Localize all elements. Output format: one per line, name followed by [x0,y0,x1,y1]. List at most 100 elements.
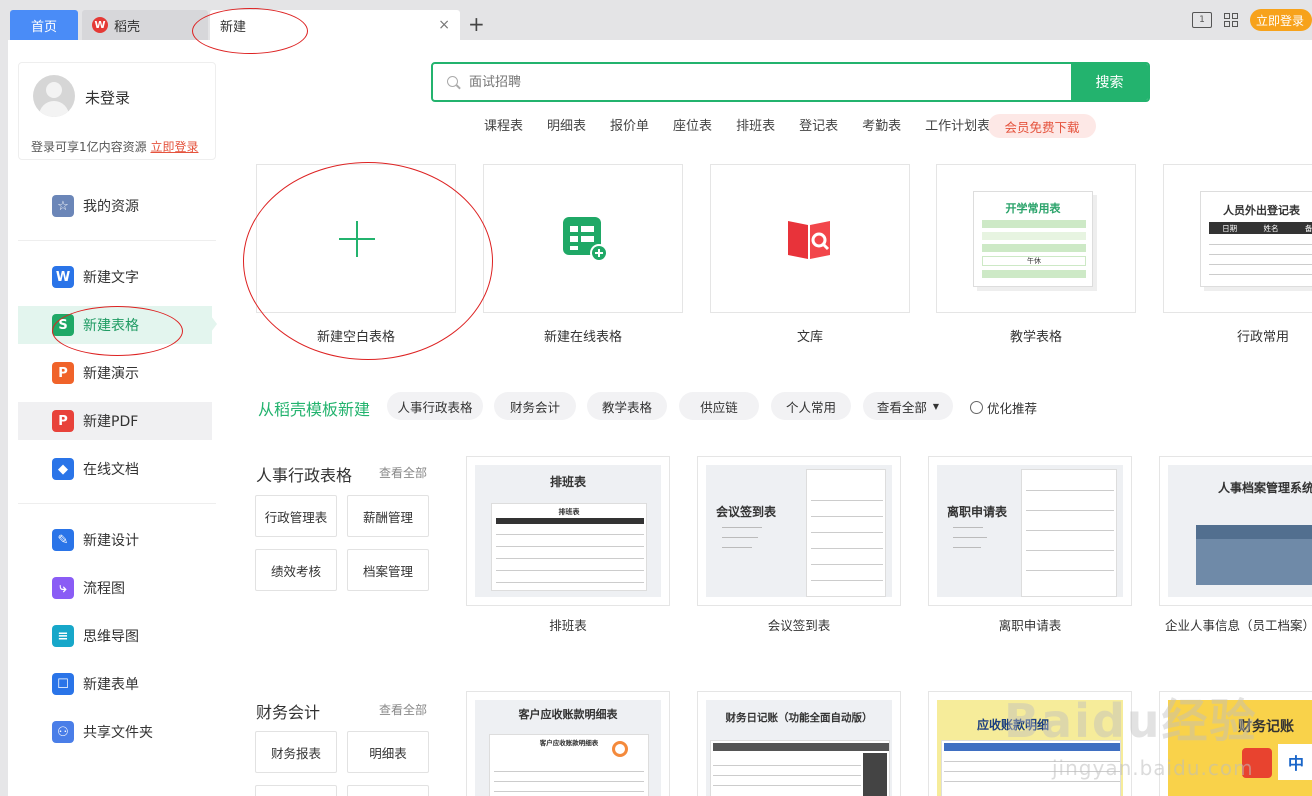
category-view-all[interactable]: 查看全部 [379,464,427,481]
sidebar-item-mindmap[interactable]: ≡ 思维导图 [18,617,212,655]
template-thumb-title: 排班表 [549,475,586,489]
login-button[interactable]: 立即登录 [1249,9,1312,31]
category-button[interactable]: 薪酬管理 [347,495,429,537]
category-button-partial[interactable] [255,785,337,796]
template-card[interactable]: 人事档案管理系统 [1159,456,1312,606]
sidebar-item-star[interactable]: ☆ 我的资源 [18,187,212,225]
chip-view-all[interactable]: 查看全部 ▼ [863,392,953,420]
hot-tag[interactable]: 座位表 [673,115,712,134]
tab-daoke[interactable]: W 稻壳 [82,10,208,40]
user-name: 未登录 [85,89,131,107]
hot-tag[interactable]: 明细表 [547,115,586,134]
teaching-sheet-card[interactable]: 开学常用表 午休 [936,164,1136,313]
close-icon[interactable]: × [438,17,450,33]
hot-tag[interactable]: 登记表 [799,115,838,134]
search-input[interactable] [433,64,1073,100]
library-card[interactable] [710,164,910,313]
hot-tag[interactable]: 考勤表 [862,115,901,134]
form-icon: ☐ [52,673,74,695]
vip-free-download-tag[interactable]: 会员免费下载 [988,114,1096,138]
daoke-logo-icon: W [92,17,108,33]
tab-bar: 首页 W 稻壳 新建 × + 1 立即登录 [0,0,1312,40]
watermark-brand: Baidu经验 [1004,694,1258,748]
sidebar-item-online-doc[interactable]: ◆ 在线文档 [18,450,212,488]
spreadsheet-icon: S [52,314,74,336]
new-online-sheet-card[interactable] [483,164,683,313]
login-button-label: 立即登录 [1255,13,1304,28]
chip-teaching[interactable]: 教学表格 [587,392,667,420]
sidebar-item-writer[interactable]: W 新建文字 [18,258,212,296]
active-indicator [211,316,217,332]
tab-home[interactable]: 首页 [10,10,78,40]
admin-common-card[interactable]: 人员外出登记表 日期姓名备注 [1163,164,1312,313]
chevron-down-icon: ▼ [932,401,940,411]
chip-hr-admin[interactable]: 人事行政表格 [387,392,483,420]
category-button-partial[interactable] [347,785,429,796]
sidebar-item-pdf[interactable]: P 新建PDF [18,402,212,440]
template-thumb-title: 离职申请表 [947,505,1008,519]
template-thumb: 会议签到表 [706,465,892,597]
sidebar-item-spreadsheet[interactable]: S 新建表格 [18,306,212,344]
pdf-icon: P [52,410,74,432]
category-view-all[interactable]: 查看全部 [379,701,427,718]
category-button[interactable]: 财务报表 [255,731,337,773]
template-card[interactable]: 离职申请表 [928,456,1132,606]
chip-finance[interactable]: 财务会计 [494,392,576,420]
template-card[interactable]: 客户应收账款明细表 客户应收账款明细表 [466,691,670,796]
category-button[interactable]: 档案管理 [347,549,429,591]
mindmap-icon: ≡ [52,625,74,647]
category-button[interactable]: 绩效考核 [255,549,337,591]
flowchart-icon: ⤷ [52,577,74,599]
new-blank-sheet-card[interactable] [256,164,456,313]
sidebar-item-presentation[interactable]: P 新建演示 [18,354,212,392]
apps-grid-icon[interactable] [1223,13,1238,27]
template-card[interactable]: 财务日记账（功能全面自动版） [697,691,901,796]
presentation-icon: P [52,362,74,384]
category-button[interactable]: 行政管理表 [255,495,337,537]
sidebar-item-label: 新建文字 [83,270,139,286]
writer-icon: W [52,266,74,288]
login-link[interactable]: 立即登录 [150,140,198,154]
template-thumb-title: 财务日记账（功能全面自动版） [725,712,873,724]
hot-tags: 课程表 明细表 报价单 座位表 排班表 登记表 考勤表 工作计划表 [484,115,1014,134]
add-tab-icon[interactable]: + [468,12,485,36]
sidebar-item-label: 流程图 [83,581,125,597]
sidebar-item-design[interactable]: ✎ 新建设计 [18,521,212,559]
hot-tag[interactable]: 工作计划表 [925,115,990,134]
search-box: 搜索 [431,62,1150,102]
sidebar-item-flowchart[interactable]: ⤷ 流程图 [18,569,212,607]
hot-tag[interactable]: 排班表 [736,115,775,134]
new-online-sheet-label: 新建在线表格 [543,330,622,345]
template-card[interactable]: 排班表 排班表 [466,456,670,606]
window-left-border [0,40,8,796]
template-section-title: 从稻壳模板新建 [258,400,371,419]
sidebar-divider [18,503,216,504]
chip-supply-chain[interactable]: 供应链 [679,392,759,420]
sidebar-item-shared-folder[interactable]: ⚇ 共享文件夹 [18,713,212,751]
category-button[interactable]: 明细表 [347,731,429,773]
optimize-recommend[interactable]: 优化推荐 [970,398,1037,417]
template-thumb: 人事档案管理系统 [1168,465,1312,597]
admin-thumb: 人员外出登记表 日期姓名备注 [1200,191,1312,287]
library-label: 文库 [796,330,823,345]
tab-home-label: 首页 [30,19,57,35]
tab-new[interactable]: 新建 × [210,10,460,40]
sidebar-item-label: 新建表单 [83,677,139,693]
hot-tag[interactable]: 报价单 [610,115,649,134]
smile-icon [970,401,983,414]
sidebar-divider [18,240,216,241]
template-label: 排班表 [549,618,587,633]
avatar[interactable] [33,75,75,117]
admin-thumb-title: 人员外出登记表 [1223,204,1300,217]
template-label: 企业人事信息（员工档案）管 [1165,618,1312,633]
new-blank-sheet-label: 新建空白表格 [316,330,395,345]
sidebar-item-form[interactable]: ☐ 新建表单 [18,665,212,703]
chip-personal[interactable]: 个人常用 [771,392,851,420]
hot-tag[interactable]: 课程表 [484,115,523,134]
template-card[interactable]: 会议签到表 [697,456,901,606]
search-button[interactable]: 搜索 [1071,64,1148,100]
category-title: 财务会计 [256,703,321,722]
split-window-icon[interactable]: 1 [1191,12,1212,28]
sidebar-item-label: 思维导图 [83,629,139,645]
teaching-thumb: 开学常用表 午休 [973,191,1093,287]
